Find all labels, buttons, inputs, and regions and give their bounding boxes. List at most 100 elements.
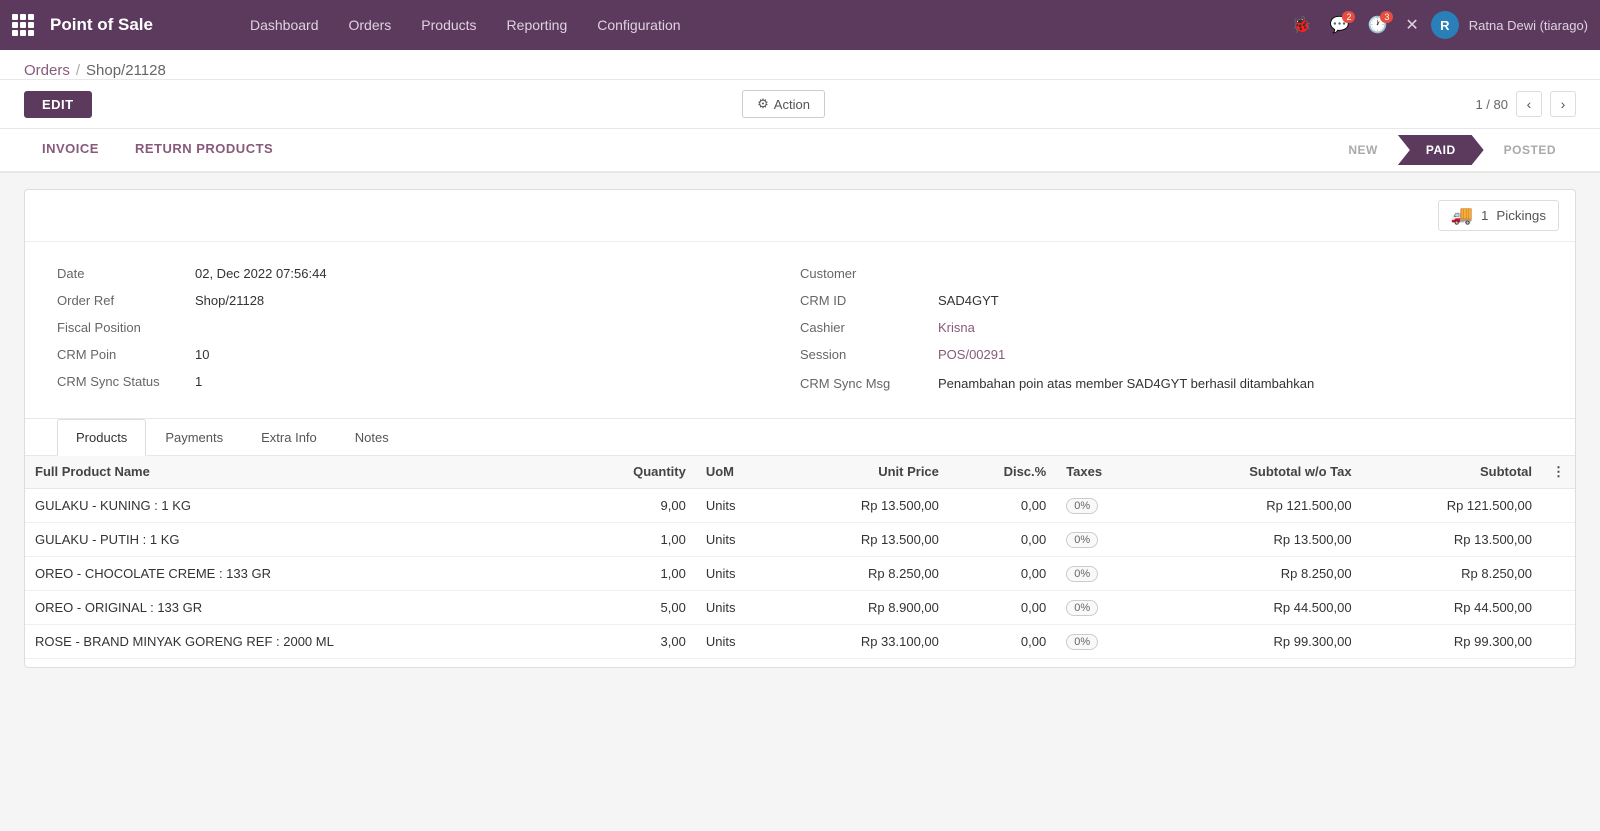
cell-unit-price: Rp 8.250,00	[781, 556, 949, 590]
field-crm-poin: CRM Poin 10	[57, 347, 800, 362]
cell-product-name: GULAKU - KUNING : 1 KG	[25, 488, 571, 522]
main-content: 🚚 1 Pickings Date 02, Dec 2022 07:56:44 …	[0, 173, 1600, 684]
field-customer: Customer	[800, 266, 1543, 281]
tax-badge: 0%	[1066, 600, 1098, 616]
table-row: OREO - ORIGINAL : 133 GR 5,00 Units Rp 8…	[25, 590, 1575, 624]
tab-return-products[interactable]: RETURN PRODUCTS	[117, 129, 291, 171]
cell-subtotal-wo-tax: Rp 99.300,00	[1152, 624, 1362, 658]
crm-poin-label: CRM Poin	[57, 347, 187, 362]
pickings-count: 1	[1481, 208, 1488, 223]
order-ref-label: Order Ref	[57, 293, 187, 308]
cell-options	[1542, 522, 1575, 556]
prev-button[interactable]: ‹	[1516, 91, 1542, 117]
field-cashier: Cashier Krisna	[800, 320, 1543, 335]
session-value[interactable]: POS/00291	[938, 347, 1005, 362]
field-order-ref: Order Ref Shop/21128	[57, 293, 800, 308]
crm-sync-status-label: CRM Sync Status	[57, 374, 187, 389]
tab-products[interactable]: Products	[57, 419, 146, 456]
breadcrumb-parent[interactable]: Orders	[24, 62, 70, 79]
cell-product-name: ROSE - BRAND MINYAK GORENG REF : 2000 ML	[25, 624, 571, 658]
cashier-value[interactable]: Krisna	[938, 320, 975, 335]
form-left-col: Date 02, Dec 2022 07:56:44 Order Ref Sho…	[57, 266, 800, 394]
cell-subtotal-wo-tax: Rp 13.500,00	[1152, 522, 1362, 556]
content-tabs-bar: Products Payments Extra Info Notes	[25, 418, 1575, 455]
tab-invoice[interactable]: INVOICE	[24, 129, 117, 171]
cell-subtotal: Rp 8.250,00	[1362, 556, 1542, 590]
bug-icon-button[interactable]: 🐞	[1286, 11, 1318, 39]
field-crm-sync-status: CRM Sync Status 1	[57, 374, 800, 389]
topnav-icons: 🐞 💬 2 🕐 3 ✕ R Ratna Dewi (tiarago)	[1286, 11, 1588, 39]
crm-sync-msg-label: CRM Sync Msg	[800, 376, 930, 391]
app-logo[interactable]: Point of Sale	[12, 14, 232, 36]
table-row: ROSE - BRAND MINYAK GORENG REF : 2000 ML…	[25, 624, 1575, 658]
app-name: Point of Sale	[50, 15, 153, 35]
field-crm-id: CRM ID SAD4GYT	[800, 293, 1543, 308]
cell-unit-price: Rp 33.100,00	[781, 624, 949, 658]
field-crm-sync-msg: CRM Sync Msg Penambahan poin atas member…	[800, 374, 1543, 394]
tab-payments[interactable]: Payments	[146, 419, 242, 456]
pagination: 1 / 80	[1475, 97, 1508, 112]
breadcrumb: Orders / Shop/21128	[0, 50, 1600, 80]
cashier-label: Cashier	[800, 320, 930, 335]
nav-orders[interactable]: Orders	[335, 0, 406, 50]
session-label: Session	[800, 347, 930, 362]
crm-sync-status-value: 1	[195, 374, 202, 389]
fiscal-position-label: Fiscal Position	[57, 320, 187, 335]
cell-tax: 0%	[1056, 488, 1152, 522]
chat-icon-button[interactable]: 💬 2	[1324, 11, 1356, 39]
stage-posted[interactable]: POSTED	[1484, 135, 1576, 165]
cell-product-name: GULAKU - PUTIH : 1 KG	[25, 522, 571, 556]
tax-badge: 0%	[1066, 498, 1098, 514]
action-button[interactable]: ⚙ Action	[742, 90, 825, 118]
avatar: R	[1431, 11, 1459, 39]
col-header-taxes: Taxes	[1056, 455, 1152, 488]
table-row: OREO - CHOCOLATE CREME : 133 GR 1,00 Uni…	[25, 556, 1575, 590]
date-value: 02, Dec 2022 07:56:44	[195, 266, 327, 281]
cell-options	[1542, 624, 1575, 658]
order-card: 🚚 1 Pickings Date 02, Dec 2022 07:56:44 …	[24, 189, 1576, 668]
cell-quantity: 1,00	[571, 522, 696, 556]
tab-extra-info[interactable]: Extra Info	[242, 419, 336, 456]
grid-icon	[12, 14, 34, 36]
cell-uom: Units	[696, 488, 781, 522]
clock-icon-button[interactable]: 🕐 3	[1361, 11, 1393, 39]
toolbar-right: 1 / 80 ‹ ›	[1475, 91, 1576, 117]
nav-products[interactable]: Products	[407, 0, 490, 50]
col-header-subtotal-wo-tax: Subtotal w/o Tax	[1152, 455, 1362, 488]
cell-disc: 0,00	[949, 556, 1056, 590]
col-header-subtotal: Subtotal	[1362, 455, 1542, 488]
stage-paid[interactable]: PAID	[1398, 135, 1484, 165]
stage-new[interactable]: NEW	[1328, 135, 1398, 165]
cell-quantity: 1,00	[571, 556, 696, 590]
cell-unit-price: Rp 13.500,00	[781, 488, 949, 522]
breadcrumb-current: Shop/21128	[86, 62, 166, 79]
nav-dashboard[interactable]: Dashboard	[236, 0, 333, 50]
cell-subtotal-wo-tax: Rp 121.500,00	[1152, 488, 1362, 522]
pickings-button[interactable]: 🚚 1 Pickings	[1438, 200, 1559, 231]
tax-badge: 0%	[1066, 566, 1098, 582]
crm-id-label: CRM ID	[800, 293, 930, 308]
cell-subtotal: Rp 99.300,00	[1362, 624, 1542, 658]
cell-disc: 0,00	[949, 590, 1056, 624]
edit-button[interactable]: EDIT	[24, 91, 92, 118]
cell-subtotal-wo-tax: Rp 44.500,00	[1152, 590, 1362, 624]
pickings-bar: 🚚 1 Pickings	[25, 190, 1575, 242]
nav-configuration[interactable]: Configuration	[583, 0, 694, 50]
cell-uom: Units	[696, 624, 781, 658]
cell-tax: 0%	[1056, 590, 1152, 624]
document-tabs: INVOICE RETURN PRODUCTS	[24, 129, 1328, 171]
clock-badge: 3	[1380, 11, 1393, 23]
tab-notes[interactable]: Notes	[336, 419, 408, 456]
products-table-wrapper: Full Product Name Quantity UoM Unit Pric…	[25, 455, 1575, 667]
nav-reporting[interactable]: Reporting	[493, 0, 582, 50]
col-header-quantity: Quantity	[571, 455, 696, 488]
chat-badge: 2	[1342, 11, 1355, 23]
stage-buttons: NEW PAID POSTED	[1328, 135, 1576, 165]
next-button[interactable]: ›	[1550, 91, 1576, 117]
cell-product-name: OREO - ORIGINAL : 133 GR	[25, 590, 571, 624]
toolbar-center: ⚙ Action	[92, 90, 1476, 118]
cell-tax: 0%	[1056, 522, 1152, 556]
cell-options	[1542, 590, 1575, 624]
field-session: Session POS/00291	[800, 347, 1543, 362]
close-icon-button[interactable]: ✕	[1399, 11, 1424, 39]
